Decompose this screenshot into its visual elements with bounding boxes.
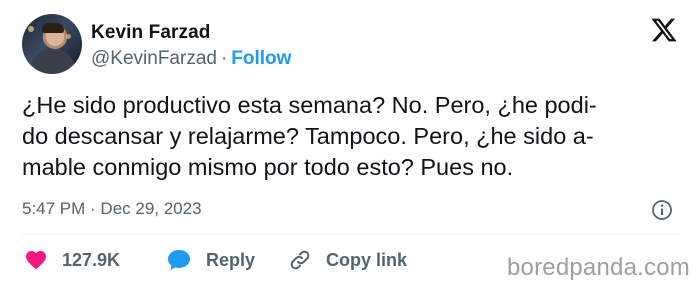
x-logo-icon[interactable] bbox=[650, 16, 678, 44]
separator-dot: · bbox=[220, 48, 228, 69]
tweet-card: Kevin Farzad @KevinFarzad · Follow ¿He sid… bbox=[0, 0, 700, 287]
author-handle[interactable]: @KevinFarzad bbox=[91, 48, 217, 69]
tweet-timestamp[interactable]: 5:47 PM · Dec 29, 2023 bbox=[22, 199, 202, 219]
heart-icon bbox=[26, 251, 46, 270]
avatar-hair bbox=[42, 23, 64, 33]
like-count: 127.9K bbox=[62, 249, 121, 270]
avatar-background-light bbox=[66, 34, 71, 39]
reply-button[interactable]: Reply bbox=[166, 246, 255, 274]
link-icon bbox=[290, 250, 310, 270]
follow-button[interactable]: Follow bbox=[231, 48, 291, 69]
tweet-text: ¿He sido productivo esta semana? No. Per… bbox=[22, 92, 597, 180]
avatar-background-light bbox=[28, 26, 34, 32]
reply-label: Reply bbox=[206, 249, 256, 270]
tweet-header: Kevin Farzad @KevinFarzad · Follow bbox=[22, 14, 678, 78]
copy-link-button[interactable]: Copy link bbox=[288, 246, 407, 274]
tweet-meta: 5:47 PM · Dec 29, 2023 bbox=[22, 199, 678, 223]
author-name[interactable]: Kevin Farzad bbox=[91, 22, 210, 44]
divider bbox=[22, 234, 678, 235]
avatar[interactable] bbox=[22, 14, 82, 74]
watermark: boredpanda.com bbox=[507, 254, 690, 281]
like-button[interactable]: 127.9K bbox=[24, 246, 120, 274]
info-icon[interactable] bbox=[650, 198, 674, 222]
copy-link-label: Copy link bbox=[326, 249, 408, 270]
handle-row: @KevinFarzad · Follow bbox=[91, 48, 291, 70]
speech-bubble-icon bbox=[168, 250, 190, 270]
